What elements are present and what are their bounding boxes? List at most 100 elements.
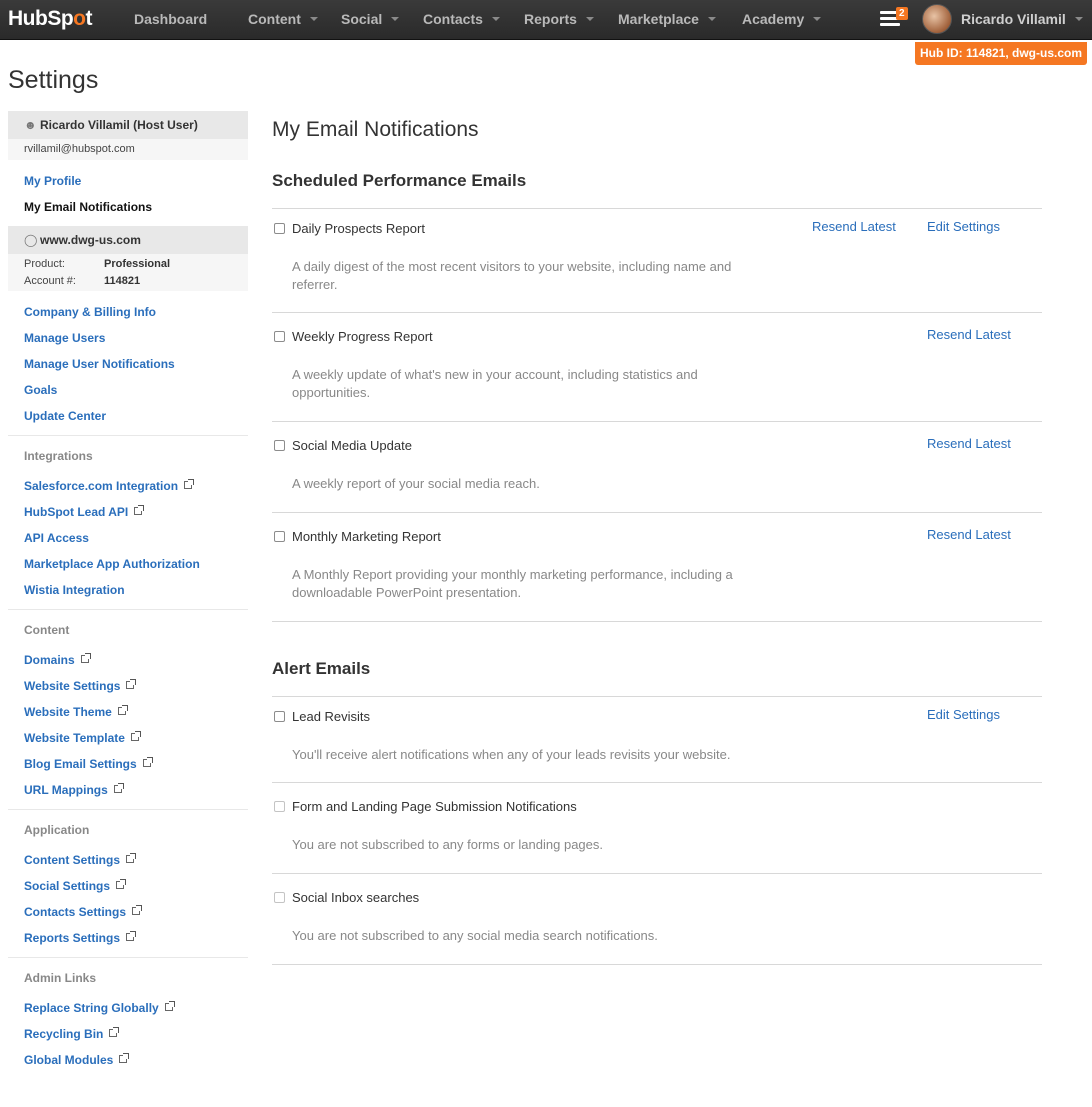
globe-icon: ◯: [24, 233, 38, 247]
nav-reports[interactable]: Reports: [524, 11, 594, 27]
sidebar-item-website-settings[interactable]: Website Settings: [8, 673, 248, 699]
chevron-down-icon: [707, 17, 716, 21]
section-admin-links: Admin Links: [24, 971, 97, 985]
notification-row-weekly-progress: Weekly Progress Report Resend Latest A w…: [272, 312, 1042, 421]
external-link-icon: [116, 879, 127, 889]
chevron-down-icon: [391, 17, 400, 21]
chevron-down-icon: [309, 17, 318, 21]
sidebar-item-wistia[interactable]: Wistia Integration: [8, 577, 248, 603]
external-link-icon: [134, 505, 145, 515]
user-icon: ☻: [24, 118, 37, 132]
edit-settings-link[interactable]: Edit Settings: [927, 707, 1000, 722]
sidebar-item-reports-settings[interactable]: Reports Settings: [8, 925, 248, 951]
user-header: ☻ Ricardo Villamil (Host User): [8, 111, 248, 139]
user-avatar[interactable]: [922, 4, 952, 34]
sidebar-item-company-billing[interactable]: Company & Billing Info: [8, 299, 248, 325]
lead-revisits-checkbox[interactable]: [274, 711, 285, 722]
section-heading: My Email Notifications: [272, 118, 479, 141]
top-navigation-bar: HubSpot Dashboard Content Social Contact…: [0, 0, 1092, 40]
hubspot-logo[interactable]: HubSpot: [8, 7, 92, 31]
sidebar-item-manage-user-notifications[interactable]: Manage User Notifications: [8, 351, 248, 377]
sidebar-item-goals[interactable]: Goals: [8, 377, 248, 403]
external-link-icon: [113, 783, 124, 793]
chevron-down-icon: [491, 17, 500, 21]
nav-academy[interactable]: Academy: [742, 11, 822, 27]
sidebar-item-url-mappings[interactable]: URL Mappings: [8, 777, 248, 803]
sidebar-item-domains[interactable]: Domains: [8, 647, 248, 673]
nav-marketplace[interactable]: Marketplace: [618, 11, 716, 27]
row-description: You are not subscribed to any forms or l…: [292, 837, 603, 852]
social-inbox-checkbox[interactable]: [274, 892, 285, 903]
row-description: A weekly report of your social media rea…: [292, 476, 540, 491]
resend-latest-link[interactable]: Resend Latest: [927, 436, 1011, 451]
social-media-checkbox[interactable]: [274, 440, 285, 451]
scheduled-emails-title: Scheduled Performance Emails: [272, 171, 527, 190]
sidebar-item-api-access[interactable]: API Access: [8, 525, 248, 551]
sidebar-item-recycling-bin[interactable]: Recycling Bin: [8, 1021, 248, 1047]
sidebar-item-blog-email-settings[interactable]: Blog Email Settings: [8, 751, 248, 777]
notification-row-form-submissions: Form and Landing Page Submission Notific…: [272, 782, 1042, 873]
row-description: You'll receive alert notifications when …: [292, 747, 731, 762]
row-title: Weekly Progress Report: [292, 329, 433, 344]
form-submissions-checkbox[interactable]: [274, 801, 285, 812]
notification-row-monthly-marketing: Monthly Marketing Report Resend Latest A…: [272, 512, 1042, 621]
notification-row-social-media: Social Media Update Resend Latest A week…: [272, 421, 1042, 512]
settings-sidebar: ☻ Ricardo Villamil (Host User) rvillamil@…: [8, 111, 248, 1107]
sidebar-item-my-email-notifications[interactable]: My Email Notifications: [8, 194, 248, 220]
external-link-icon: [126, 853, 136, 863]
sidebar-item-replace-string[interactable]: Replace String Globally: [8, 995, 248, 1021]
external-link-icon: [80, 653, 91, 663]
user-email: rvillamil@hubspot.com: [8, 139, 248, 160]
row-title: Daily Prospects Report: [292, 221, 425, 236]
external-link-icon: [119, 1053, 130, 1063]
nav-content[interactable]: Content: [248, 11, 318, 27]
nav-contacts[interactable]: Contacts: [423, 11, 500, 27]
sidebar-item-salesforce[interactable]: Salesforce.com Integration: [8, 473, 248, 499]
sidebar-item-website-template[interactable]: Website Template: [8, 725, 248, 751]
weekly-progress-checkbox[interactable]: [274, 331, 285, 342]
external-link-icon: [130, 731, 141, 741]
section-application: Application: [24, 823, 90, 837]
nav-social[interactable]: Social: [341, 11, 400, 27]
product-row: Product: Professional: [24, 257, 171, 270]
sidebar-item-manage-users[interactable]: Manage Users: [8, 325, 248, 351]
sidebar-item-social-settings[interactable]: Social Settings: [8, 873, 248, 899]
sidebar-item-content-settings[interactable]: Content Settings: [8, 847, 248, 873]
row-description: A weekly update of what's new in your ac…: [292, 367, 698, 400]
sidebar-item-lead-api[interactable]: HubSpot Lead API: [8, 499, 248, 525]
sidebar-item-global-modules[interactable]: Global Modules: [8, 1047, 248, 1073]
external-link-icon: [117, 705, 128, 715]
nav-dashboard[interactable]: Dashboard: [134, 11, 207, 27]
divider: [272, 964, 1042, 965]
sidebar-item-update-center[interactable]: Update Center: [8, 403, 248, 429]
chevron-down-icon: [1074, 17, 1083, 21]
row-title: Monthly Marketing Report: [292, 529, 441, 544]
resend-latest-link[interactable]: Resend Latest: [927, 327, 1011, 342]
external-link-icon: [184, 479, 195, 489]
main-content: My Email Notifications Scheduled Perform…: [272, 117, 1042, 965]
monthly-marketing-checkbox[interactable]: [274, 531, 285, 542]
external-link-icon: [126, 931, 137, 941]
row-title: Lead Revisits: [292, 709, 371, 724]
row-description: A Monthly Report providing your monthly …: [292, 567, 733, 600]
page-title: Settings: [8, 66, 99, 94]
notification-row-social-inbox: Social Inbox searches You are not subscr…: [272, 873, 1042, 964]
section-content: Content: [24, 623, 70, 637]
row-description: You are not subscribed to any social med…: [292, 928, 658, 943]
daily-prospects-checkbox[interactable]: [274, 223, 285, 234]
edit-settings-link[interactable]: Edit Settings: [927, 219, 1000, 234]
resend-latest-link[interactable]: Resend Latest: [812, 219, 896, 234]
row-title: Social Inbox searches: [292, 890, 420, 905]
resend-latest-link[interactable]: Resend Latest: [927, 527, 1011, 542]
sidebar-item-contacts-settings[interactable]: Contacts Settings: [8, 899, 248, 925]
sidebar-item-my-profile[interactable]: My Profile: [8, 168, 248, 194]
external-link-icon: [142, 757, 153, 767]
sidebar-item-marketplace-auth[interactable]: Marketplace App Authorization: [8, 551, 248, 577]
external-link-icon: [126, 679, 137, 689]
notification-count-badge[interactable]: 2: [896, 7, 908, 20]
sidebar-item-website-theme[interactable]: Website Theme: [8, 699, 248, 725]
chevron-down-icon: [585, 17, 594, 21]
user-menu[interactable]: Ricardo Villamil: [961, 11, 1083, 27]
chevron-down-icon: [813, 17, 822, 21]
notification-row-lead-revisits: Lead Revisits Edit Settings You'll recei…: [272, 696, 1042, 782]
